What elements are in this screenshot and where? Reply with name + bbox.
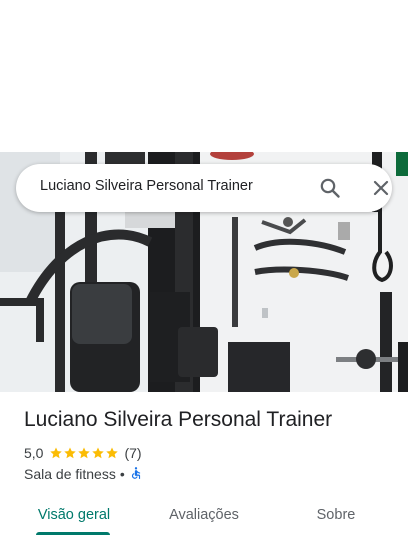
rating-stars: [49, 446, 119, 460]
star-icon: [64, 447, 77, 459]
place-tabs: Visão geral Avaliações Sobre: [0, 492, 408, 544]
rating-row[interactable]: 5,0 (7): [24, 444, 142, 462]
top-blank-area: [0, 0, 408, 152]
rating-value: 5,0: [24, 445, 44, 461]
star-icon: [106, 447, 119, 459]
place-title: Luciano Silveira Personal Trainer: [24, 408, 333, 431]
search-bar[interactable]: Luciano Silveira Personal Trainer: [16, 164, 392, 212]
search-input[interactable]: Luciano Silveira Personal Trainer: [40, 178, 253, 194]
wheelchair-accessible-icon: [129, 466, 143, 483]
tab-reviews[interactable]: Avaliações: [152, 492, 256, 538]
star-icon: [78, 447, 91, 459]
place-category: Sala de fitness: [24, 466, 116, 482]
star-icon: [92, 447, 105, 459]
separator-dot: •: [119, 466, 125, 482]
search-icon[interactable]: [318, 176, 342, 200]
category-row: Sala de fitness •: [24, 465, 143, 483]
tab-about[interactable]: Sobre: [296, 492, 376, 538]
close-icon[interactable]: [369, 176, 393, 200]
active-tab-indicator: [36, 532, 110, 535]
review-count[interactable]: (7): [124, 445, 141, 461]
star-icon: [50, 447, 63, 459]
